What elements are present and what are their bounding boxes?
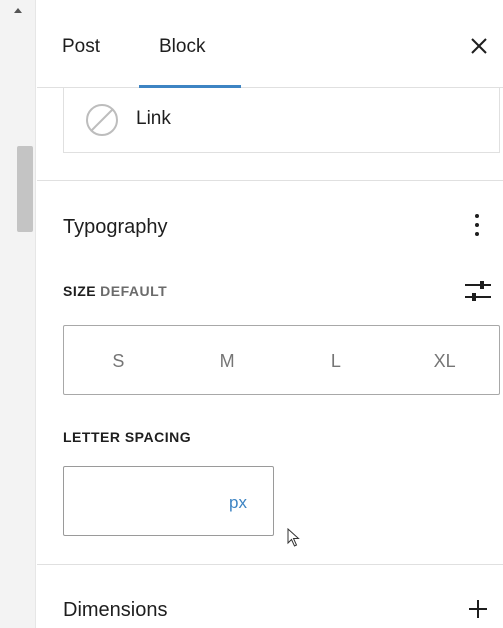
scrollbar-thumb[interactable] [17, 146, 33, 232]
letter-spacing-label: LETTER SPACING [63, 429, 192, 445]
scroll-up-arrow-icon[interactable] [14, 8, 22, 13]
dimensions-title[interactable]: Dimensions [63, 599, 167, 622]
size-option-l[interactable]: L [282, 326, 391, 394]
no-entry-icon [86, 104, 118, 136]
size-label: SIZE [63, 283, 97, 299]
typography-title[interactable]: Typography [63, 216, 168, 239]
font-size-picker: S M L XL [63, 325, 500, 395]
scrollbar[interactable] [0, 0, 36, 628]
block-card: Link [63, 88, 500, 153]
sidebar-header: Post Block [37, 0, 503, 88]
letter-spacing-input[interactable]: px [63, 466, 274, 536]
panel-divider [37, 564, 503, 565]
settings-sidebar: Post Block Link Typography SIZE DEFAULT S… [37, 0, 503, 628]
vertical-ellipsis-icon[interactable] [474, 213, 480, 237]
close-icon[interactable] [469, 36, 489, 56]
panel-divider [37, 180, 503, 181]
size-option-m[interactable]: M [173, 326, 282, 394]
letter-spacing-unit[interactable]: px [229, 493, 247, 513]
size-option-xl[interactable]: XL [390, 326, 499, 394]
mouse-cursor-icon [287, 528, 300, 547]
font-size-label: SIZE DEFAULT [63, 283, 167, 299]
tab-post[interactable]: Post [62, 36, 100, 58]
size-value: DEFAULT [100, 283, 168, 299]
block-name: Link [136, 108, 171, 129]
sliders-icon[interactable] [463, 278, 493, 304]
size-option-s[interactable]: S [64, 326, 173, 394]
plus-icon[interactable] [467, 598, 489, 620]
tab-block[interactable]: Block [159, 36, 205, 58]
